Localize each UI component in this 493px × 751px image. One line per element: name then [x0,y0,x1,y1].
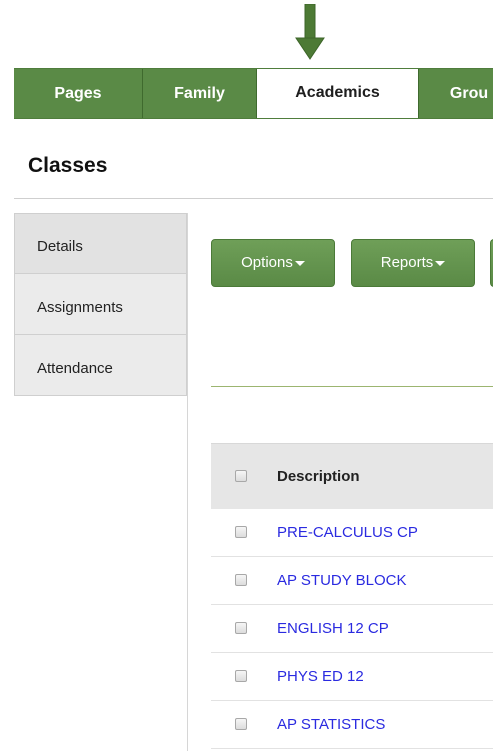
sidebar-divider [187,213,188,751]
caret-down-icon [294,260,305,266]
select-all-checkbox[interactable] [235,470,247,482]
options-button[interactable]: Options [211,239,335,287]
sidebar: Details Assignments Attendance [14,213,187,396]
table-row: AP STATISTICS [211,701,493,749]
caret-down-icon [435,260,446,266]
class-link[interactable]: AP STATISTICS [277,716,385,733]
tab-pages[interactable]: Pages [14,69,143,118]
table-row: PHYS ED 12 [211,653,493,701]
class-link[interactable]: PHYS ED 12 [277,668,364,685]
table-header: Description [211,443,493,509]
sidebar-item-attendance[interactable]: Attendance [14,335,187,396]
class-link[interactable]: PRE-CALCULUS CP [277,524,418,541]
row-checkbox[interactable] [235,718,247,730]
column-header-description: Description [277,468,360,485]
row-checkbox[interactable] [235,574,247,586]
reports-button[interactable]: Reports [351,239,475,287]
tab-family[interactable]: Family [143,69,257,118]
annotation-arrow-down-icon [295,4,325,60]
row-checkbox[interactable] [235,622,247,634]
section-divider [211,386,493,387]
sidebar-item-details[interactable]: Details [14,213,187,274]
main-tab-bar: Pages Family Academics Grou [14,68,493,119]
class-link[interactable]: AP STUDY BLOCK [277,572,407,589]
table-row: PRE-CALCULUS CP [211,509,493,557]
table-row: AP STUDY BLOCK [211,557,493,605]
options-button-label: Options [241,254,293,271]
row-checkbox[interactable] [235,670,247,682]
tab-groups[interactable]: Grou [419,69,493,118]
page-title: Classes [28,154,108,177]
tab-academics[interactable]: Academics [257,69,419,118]
classes-table: Description PRE-CALCULUS CP AP STUDY BLO… [211,443,493,749]
reports-button-label: Reports [380,254,434,271]
header-divider [14,198,493,199]
table-row: ENGLISH 12 CP [211,605,493,653]
row-checkbox[interactable] [235,526,247,538]
sidebar-item-assignments[interactable]: Assignments [14,274,187,335]
class-link[interactable]: ENGLISH 12 CP [277,620,389,637]
